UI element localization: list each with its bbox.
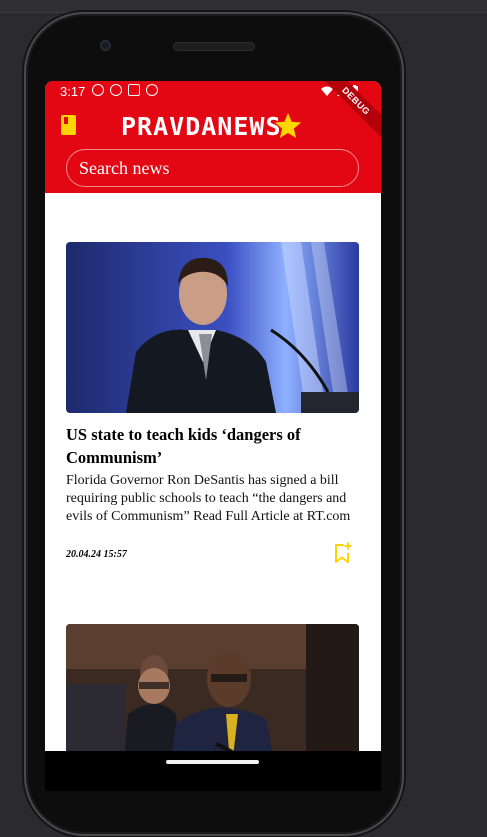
app-header: 3:17 DEBUG PRAVDANEWS	[45, 81, 381, 193]
star-icon	[274, 112, 302, 138]
article-footer: 20.04.24 15:57	[66, 542, 359, 568]
shield-icon	[110, 84, 122, 96]
article-image	[66, 624, 359, 751]
status-notification-icons	[92, 84, 158, 96]
bookmark-add-icon[interactable]	[333, 542, 353, 564]
article-description: Florida Governor Ron DeSantis has signed…	[66, 473, 351, 524]
search-input[interactable]	[67, 150, 358, 186]
sim-card-icon	[128, 84, 140, 96]
navigation-bar	[45, 751, 381, 791]
status-time: 3:17	[60, 84, 86, 99]
front-camera	[100, 40, 111, 51]
news-card[interactable]	[66, 624, 359, 751]
news-card[interactable]: US state to teach kids ‘dangers of Commu…	[66, 242, 359, 568]
search-field[interactable]	[66, 149, 359, 187]
phone-power-button	[402, 328, 406, 428]
brand-title: PRAVDANEWS	[121, 112, 282, 141]
article-title[interactable]: US state to teach kids ‘dangers of Commu…	[66, 423, 359, 469]
info-icon	[92, 84, 104, 96]
app-screen: 3:17 DEBUG PRAVDANEWS Search news US sta…	[45, 81, 381, 751]
status-bar: 3:17 DEBUG	[45, 81, 381, 146]
app-toolbar: PRAVDANEWS	[45, 109, 381, 145]
article-date: 20.04.24 15:57	[66, 549, 127, 560]
article-image	[66, 242, 359, 413]
phone-volume-button	[402, 220, 406, 272]
window-top-strip	[0, 0, 487, 13]
record-icon	[146, 84, 158, 96]
earpiece-speaker	[173, 42, 255, 51]
news-feed[interactable]: US state to teach kids ‘dangers of Commu…	[45, 193, 381, 751]
home-indicator[interactable]	[166, 760, 259, 764]
book-icon[interactable]	[61, 115, 76, 135]
